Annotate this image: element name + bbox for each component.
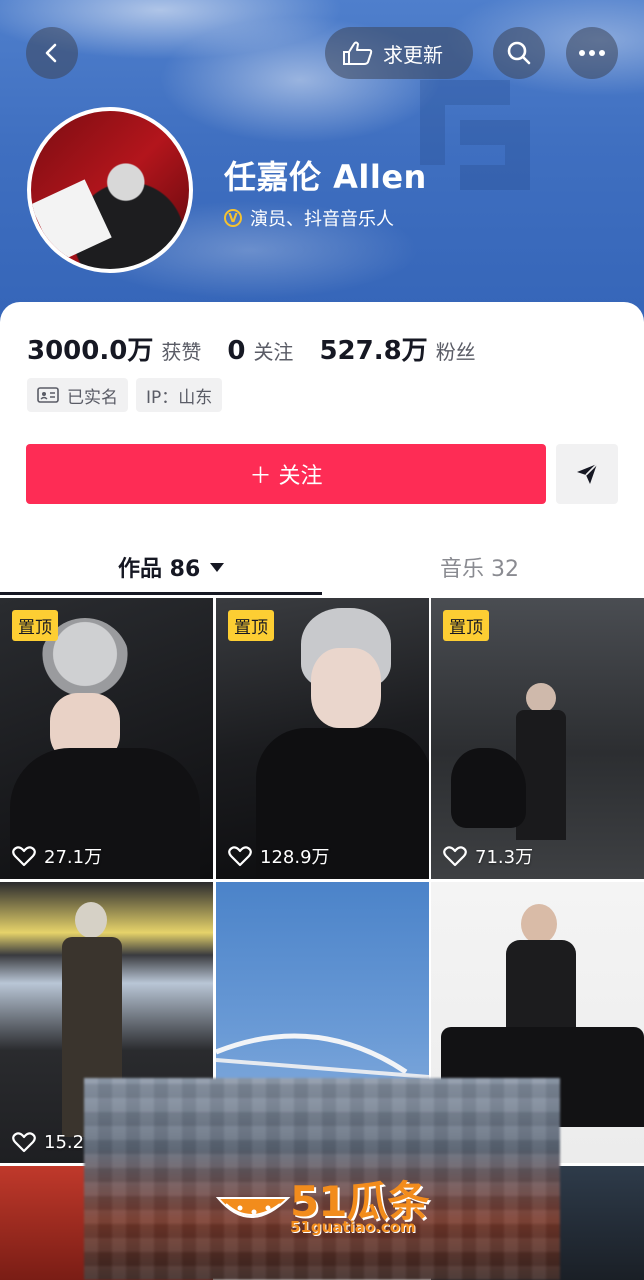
following-label[interactable]: 关注 — [253, 336, 293, 365]
like-count: 27.1万 — [12, 843, 102, 869]
like-count-value: 15.2 — [44, 1131, 85, 1153]
id-card-icon — [37, 387, 59, 403]
dropdown-caret-icon — [210, 562, 225, 572]
heart-icon — [12, 1132, 36, 1153]
heart-icon — [443, 846, 467, 867]
like-count: 128.9万 — [228, 843, 330, 869]
video-thumbnail-face — [521, 904, 557, 944]
back-button[interactable] — [26, 27, 78, 79]
like-count-value: 128.9万 — [260, 847, 330, 868]
request-update-label: 求更新 — [383, 42, 443, 67]
video-thumbnail-face — [526, 683, 556, 713]
tab-music-label: 音乐 32 — [440, 557, 519, 582]
video-thumbnail-face — [311, 648, 381, 728]
tab-music[interactable]: 音乐 32 — [440, 538, 519, 596]
back-arrow-icon — [45, 43, 57, 63]
video-thumbnail-panther — [451, 748, 526, 828]
followers-count: 527.8万 — [319, 336, 428, 366]
watermark-url: 51guatiao.com — [290, 1218, 416, 1236]
following-count: 0 — [227, 336, 246, 366]
tab-works-label: 作品 86 — [118, 557, 201, 582]
video-tile[interactable]: 置顶 71.3万 — [431, 598, 644, 879]
more-button[interactable] — [566, 27, 618, 79]
heart-icon — [12, 846, 36, 867]
search-icon — [507, 41, 531, 65]
likes-label[interactable]: 获赞 — [161, 336, 201, 365]
pinned-badge: 置顶 — [12, 610, 58, 641]
profile-tags: 已实名 IP：山东 — [27, 378, 230, 412]
heart-icon — [228, 846, 252, 867]
pinned-badge: 置顶 — [443, 610, 489, 641]
real-name-label: 已实名 — [67, 387, 118, 408]
like-count-value: 71.3万 — [475, 847, 534, 868]
likes-count: 3000.0万 — [27, 336, 154, 366]
tab-works[interactable]: 作品 86 — [118, 538, 225, 596]
ip-location-tag: IP：山东 — [136, 378, 223, 412]
search-button[interactable] — [493, 27, 545, 79]
content-tabs: 作品 86 音乐 32 — [0, 538, 644, 596]
like-count: 15.2 — [12, 1131, 84, 1153]
ip-location-label: IP：山东 — [146, 387, 213, 408]
like-count: 71.3万 — [443, 843, 533, 869]
follow-button[interactable]: ＋ 关注 — [26, 444, 546, 504]
more-dots-icon — [579, 50, 605, 56]
real-name-tag: 已实名 — [27, 378, 128, 412]
verification-label: 演员、抖音音乐人 — [250, 209, 394, 230]
active-tab-indicator — [0, 592, 322, 595]
send-icon — [577, 463, 598, 484]
verified-badge-icon: V — [224, 209, 242, 227]
video-tile[interactable]: 置顶 128.9万 — [216, 598, 429, 879]
video-thumbnail-face — [75, 902, 107, 938]
follow-label: ＋ 关注 — [249, 464, 323, 489]
pointing-hand-icon — [343, 41, 373, 65]
profile-name: 任嘉伦 Allen — [224, 158, 427, 196]
video-tile[interactable]: 置顶 27.1万 — [0, 598, 213, 879]
avatar[interactable] — [27, 107, 193, 273]
like-count-value: 27.1万 — [44, 847, 103, 868]
send-message-button[interactable] — [556, 444, 618, 504]
stats-row: 3000.0万 获赞 0 关注 527.8万 粉丝 — [27, 330, 502, 367]
pinned-badge: 置顶 — [228, 610, 274, 641]
request-update-button[interactable]: 求更新 — [325, 27, 473, 79]
followers-label[interactable]: 粉丝 — [436, 336, 476, 365]
verification-row: V 演员、抖音音乐人 — [224, 205, 394, 231]
